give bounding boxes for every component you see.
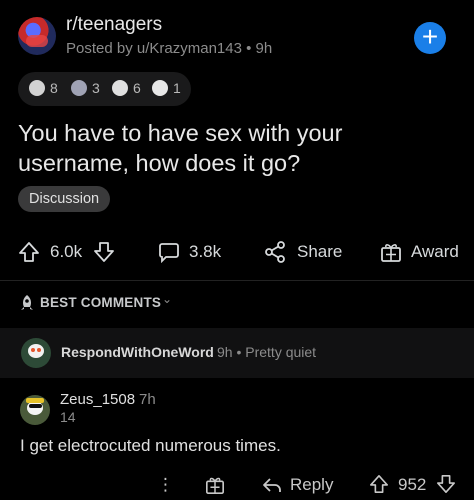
share-label: Share [297, 242, 343, 261]
collapsed-comment[interactable]: RespondWithOneWord 9h • Pretty quiet [0, 328, 474, 378]
silver-award-icon [29, 80, 45, 96]
downvote-icon [94, 242, 114, 262]
upvote-icon [370, 475, 388, 493]
posted-by[interactable]: Posted by u/Krazyman143 • 9h [66, 40, 272, 57]
reply-label: Reply [290, 475, 334, 494]
more-options-icon[interactable]: ⋮ [157, 475, 174, 495]
upvote-icon [19, 242, 39, 262]
award-label: Award [411, 242, 459, 261]
comment-username[interactable]: Zeus_1508 [60, 391, 135, 408]
awards-bar[interactable]: 8 3 6 1 [18, 72, 191, 106]
comment-sort[interactable]: BEST COMMENTS ⌄ [0, 286, 474, 320]
avatar[interactable] [21, 338, 51, 368]
comment-vote-count: 952 [398, 475, 427, 494]
award-helpful: 3 [71, 80, 100, 98]
rocket-icon [21, 295, 33, 310]
comment: Zeus_1508 7h 14 I get electrocuted numer… [0, 381, 474, 500]
join-button[interactable]: + [414, 22, 446, 54]
divider [0, 280, 474, 281]
award-count: 1 [173, 80, 181, 96]
sort-label: BEST COMMENTS [40, 295, 162, 310]
user-flair: 14 [60, 409, 76, 425]
gift-icon [206, 477, 224, 494]
post-action-bar: 6.0k 3.8k Share Award [0, 232, 474, 274]
post-header: r/teenagers Posted by u/Krazyman143 • 9h… [0, 0, 474, 70]
wholesome-award-icon [112, 80, 128, 96]
award-silver: 8 [29, 80, 58, 98]
comment-time: 7h [139, 391, 156, 408]
post-title[interactable]: You have to have sex with your username,… [18, 118, 458, 178]
post-flair[interactable]: Discussion [18, 186, 111, 212]
helpful-award-icon [71, 80, 87, 96]
downvote-icon [437, 475, 455, 493]
comment-meta: 9h • Pretty quiet [217, 344, 317, 360]
reply-icon [263, 478, 281, 492]
comment-count: 3.8k [189, 242, 222, 261]
award-snoo: 1 [152, 80, 181, 98]
share-icon [265, 241, 285, 263]
subreddit-name[interactable]: r/teenagers [66, 14, 162, 36]
gift-icon [381, 244, 401, 262]
avatar[interactable] [20, 395, 50, 425]
chevron-down-icon: ⌄ [162, 292, 173, 306]
comment-icon [159, 243, 179, 263]
award-count: 6 [133, 80, 141, 96]
award-count: 8 [50, 80, 58, 96]
post-vote-count: 6.0k [50, 242, 83, 261]
snoo-award-icon [152, 80, 168, 96]
subreddit-avatar[interactable] [18, 17, 56, 55]
comment-body[interactable]: I get electrocuted numerous times. [20, 436, 281, 456]
comment-action-bar: ⋮ Reply 952 [0, 469, 474, 499]
award-count: 3 [92, 80, 100, 96]
comment-username[interactable]: RespondWithOneWord [61, 344, 214, 360]
award-wholesome: 6 [112, 80, 141, 98]
